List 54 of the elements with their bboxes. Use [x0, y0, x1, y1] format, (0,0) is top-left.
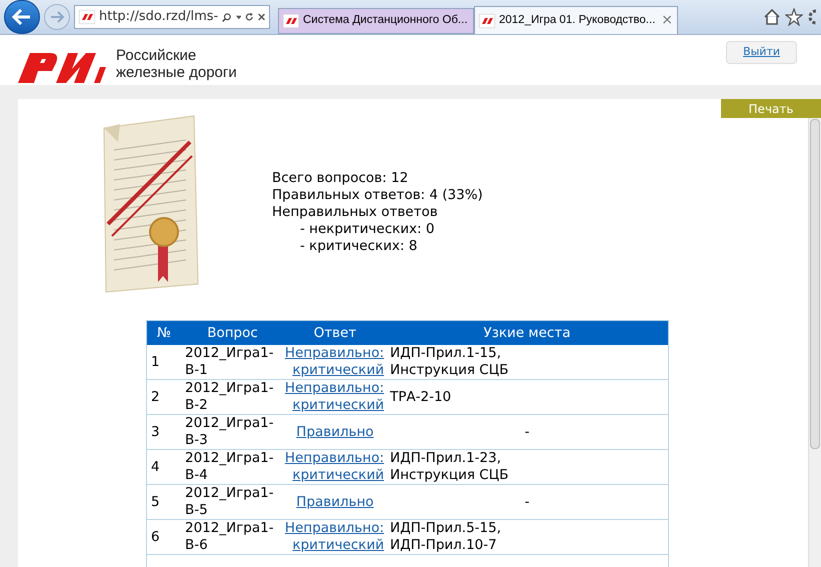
dropdown-caret-icon[interactable]: [236, 14, 242, 20]
forward-arrow-icon: [50, 11, 64, 23]
answer-link[interactable]: Неправильно: критический: [284, 520, 386, 554]
table-cell-text: ТРА-2-10: [389, 388, 452, 406]
summary-line: Всего вопросов: 12: [272, 170, 410, 187]
table-cell-text: 2012_Игра1- В-4: [184, 450, 275, 484]
table-cell-text: 2: [150, 388, 161, 406]
browser-tab[interactable]: 2012_Игра 01. Руководство... ×: [474, 6, 678, 34]
brand-name: Российские: [116, 47, 198, 64]
table-cell-text: ИДП-Прил.1-23, Инструкция СЦБ: [389, 450, 510, 484]
logout-link[interactable]: Выйти: [726, 41, 797, 64]
tab-close-button[interactable]: ×: [661, 10, 673, 31]
column-header: Ответ: [312, 324, 358, 342]
column-header: №: [156, 324, 172, 342]
back-arrow-icon: [12, 9, 32, 25]
table-cell-text: 2012_Игра1- В-1: [184, 345, 275, 379]
scrollbar[interactable]: [808, 118, 821, 567]
table-cell-text: 2012_Игра1- В-6: [184, 520, 275, 554]
summary-line: - критических: 8: [299, 238, 418, 255]
search-icon[interactable]: [222, 10, 232, 24]
table-cell-text: 1: [150, 354, 161, 370]
brand-name: железные дороги: [116, 64, 237, 81]
column-header: Вопрос: [206, 324, 259, 342]
site-favicon-icon: [283, 14, 299, 28]
table-cell-text: 5: [150, 494, 161, 510]
answer-link[interactable]: Неправильно: критический: [284, 345, 386, 379]
table-cell-text: 3: [150, 424, 161, 440]
answer-link[interactable]: Неправильно: критический: [284, 450, 386, 484]
summary-line: Неправильных ответов: [272, 204, 439, 221]
refresh-icon[interactable]: [245, 11, 254, 23]
answer-link[interactable]: Правильно: [284, 424, 386, 440]
address-field[interactable]: http://sdo.rzd/lms-: [74, 5, 270, 29]
site-favicon-icon: [479, 14, 495, 28]
answer-link[interactable]: Правильно: [284, 494, 386, 510]
star-icon[interactable]: [785, 8, 803, 26]
table-cell-text: 2012_Игра1- В-5: [184, 485, 275, 519]
browser-tab[interactable]: Система Дистанционного Об...: [278, 8, 474, 34]
table-cell-text: 4: [150, 458, 161, 476]
back-button[interactable]: [4, 0, 40, 34]
column-header: Узкие места: [482, 324, 572, 342]
table-cell-text: 2012_Игра1- В-3: [184, 415, 275, 449]
answer-link[interactable]: Неправильно: критический: [284, 380, 386, 414]
table-cell-text: -: [524, 424, 530, 440]
table-cell-text: 6: [150, 528, 161, 546]
table-cell-text: -: [524, 494, 530, 510]
summary-line: Правильных ответов: 4 (33%): [272, 187, 483, 204]
summary-line: - некритических: 0: [299, 221, 436, 238]
site-favicon-icon: [79, 10, 95, 24]
table-cell-text: ИДП-Прил.5-15, ИДП-Прил.10-7: [389, 520, 502, 554]
scrollbar-thumb[interactable]: [810, 119, 820, 449]
close-icon[interactable]: [258, 12, 265, 22]
home-icon[interactable]: [763, 8, 781, 26]
table-cell-text: 2012_Игра1- В-2: [184, 380, 275, 414]
table-cell-text: ИДП-Прил.1-15, Инструкция СЦБ: [389, 345, 510, 379]
